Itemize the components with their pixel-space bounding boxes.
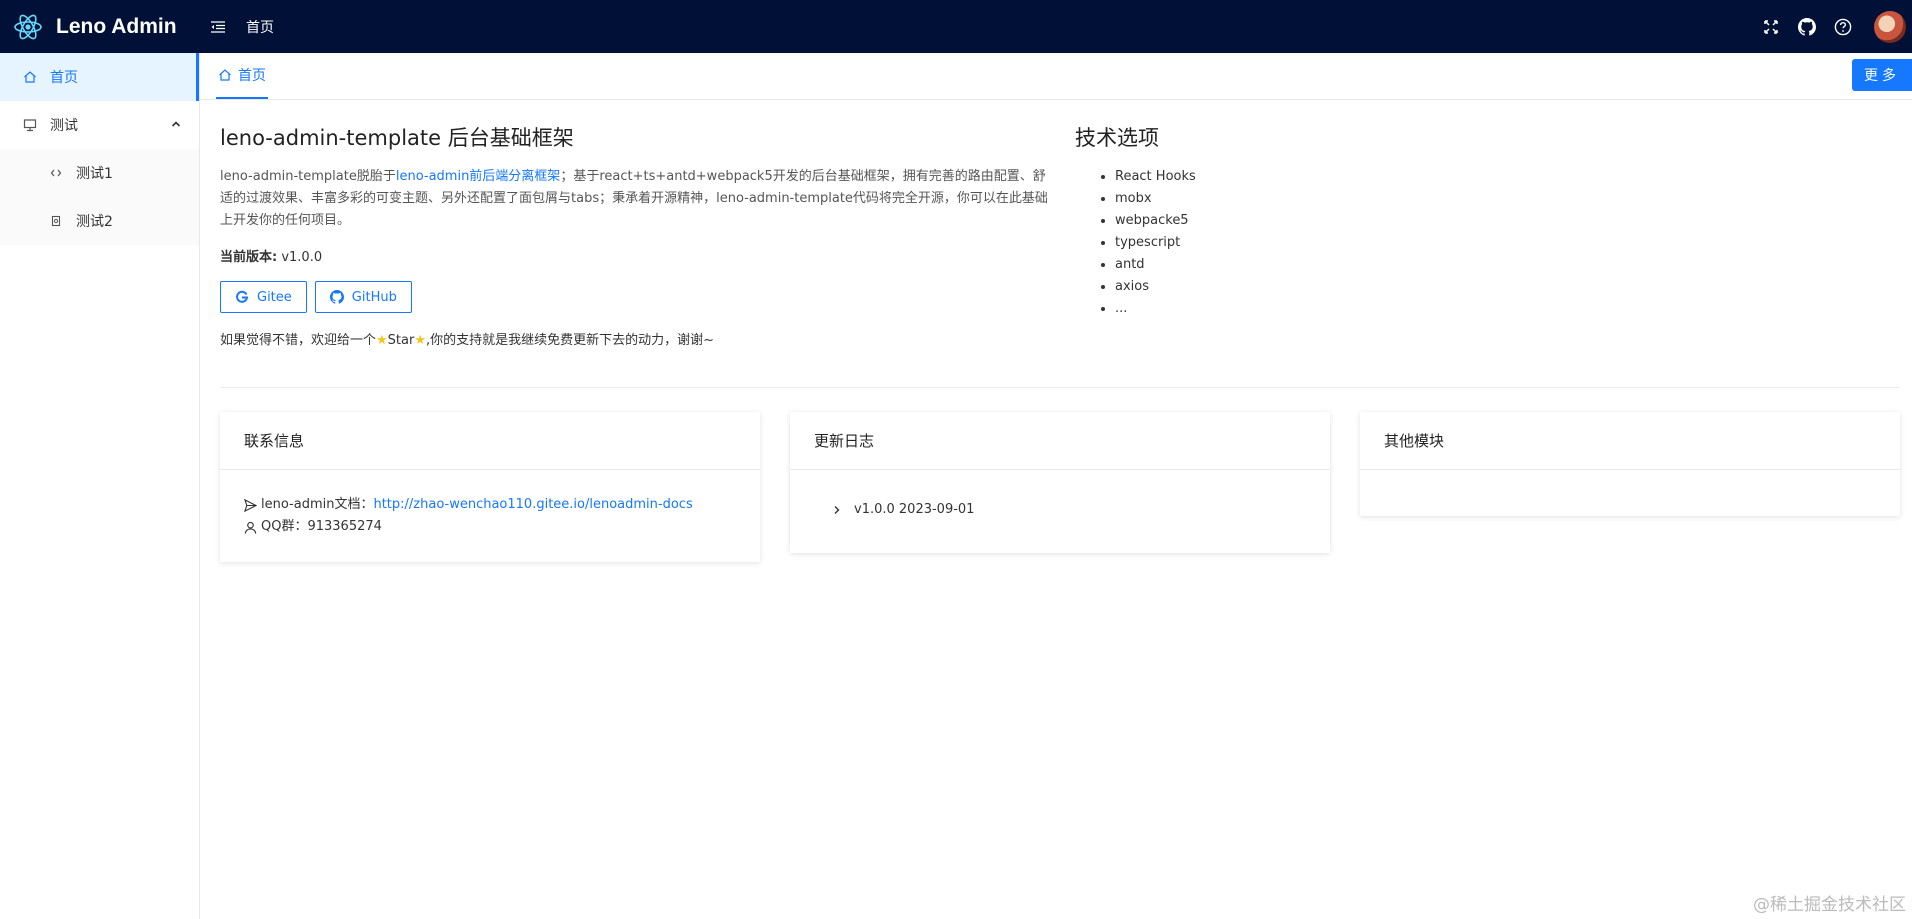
intro-description: leno-admin-template脱胎于leno-admin前后端分离框架；… (220, 166, 1050, 232)
sidebar-item-label: 测试 (50, 118, 78, 134)
gitee-icon (236, 290, 249, 303)
gitee-button[interactable]: Gitee (220, 281, 307, 313)
list-item: webpacke5 (1115, 210, 1475, 232)
menu-fold-icon (211, 20, 225, 33)
star-icon: ★ (376, 333, 388, 348)
sidebar-item-label: 首页 (50, 70, 78, 86)
card-body (1360, 470, 1900, 516)
star-message: 如果觉得不错，欢迎给一个★Star★,你的支持就是我继续免费更新下去的动力，谢谢… (220, 329, 1050, 348)
github-repo-button[interactable]: GitHub (314, 281, 412, 313)
changelog-card: 更新日志 v1.0.0 2023-09-01 (790, 412, 1330, 553)
sidebar: 首页 测试 测试1 测试2 (0, 53, 200, 919)
version-info: 当前版本: v1.0.0 (220, 246, 1050, 265)
sidebar-subitem-label: 测试2 (76, 214, 113, 230)
header-breadcrumb[interactable]: 首页 (246, 17, 274, 37)
top-header: Leno Admin 首页 (0, 0, 1912, 53)
list-item: typescript (1115, 232, 1475, 254)
qq-row: QQ群： 913365274 (244, 516, 736, 538)
github-button[interactable] (1796, 16, 1818, 38)
tab-bar: 首页 更多 (200, 53, 1912, 100)
star-text: 如果觉得不错，欢迎给一个 (220, 333, 377, 348)
list-item: ... (1115, 298, 1475, 320)
card-title: 联系信息 (220, 412, 760, 470)
repo-buttons: Gitee GitHub (220, 281, 1050, 313)
intro-title: leno-admin-template 后台基础框架 (220, 126, 574, 150)
send-icon (244, 498, 257, 512)
react-logo-icon (14, 14, 42, 39)
sidebar-item-test2[interactable]: 测试2 (0, 197, 199, 245)
qq-value: 913365274 (307, 519, 382, 534)
tech-list: React Hooks mobx webpacke5 typescript an… (1075, 166, 1475, 320)
card-body: leno-admin文档： http://zhao-wenchao110.git… (220, 470, 760, 562)
star-icon: ★ (414, 333, 426, 348)
user-avatar[interactable] (1874, 10, 1906, 43)
tech-section: 技术选项 React Hooks mobx webpacke5 typescri… (1075, 122, 1475, 320)
section-divider (220, 387, 1900, 388)
watermark: @稀土掘金技术社区 (1753, 895, 1906, 915)
doc-label: leno-admin文档： (261, 497, 374, 512)
tab-label: 首页 (238, 68, 266, 84)
code-icon (48, 165, 64, 181)
question-circle-icon (1834, 18, 1852, 35)
menu-fold-button[interactable] (206, 15, 230, 39)
sidebar-item-home[interactable]: 首页 (0, 53, 199, 101)
list-item: mobx (1115, 188, 1475, 210)
gitee-label: Gitee (257, 289, 292, 305)
card-body: v1.0.0 2023-09-01 (790, 470, 1330, 553)
changelog-entry[interactable]: v1.0.0 2023-09-01 (814, 488, 1306, 531)
star-text: ,你的支持就是我继续免费更新下去的动力，谢谢~ (426, 333, 715, 348)
other-card: 其他模块 (1360, 412, 1900, 516)
desc-text: leno-admin-template脱胎于 (220, 169, 396, 184)
tab-home[interactable]: 首页 (216, 53, 268, 99)
help-button[interactable] (1832, 16, 1854, 38)
brand[interactable]: Leno Admin (0, 11, 200, 43)
submenu-test: 测试1 测试2 (0, 149, 199, 245)
changelog-entry-label: v1.0.0 2023-09-01 (854, 502, 975, 517)
version-label: 当前版本: (220, 250, 278, 265)
desktop-icon (22, 117, 38, 133)
intro-section: leno-admin-template 后台基础框架 leno-admin-te… (220, 122, 1050, 348)
brand-title: Leno Admin (56, 14, 177, 38)
chevron-right-icon (834, 505, 840, 514)
list-item: antd (1115, 254, 1475, 276)
tech-title: 技术选项 (1075, 126, 1159, 150)
fullscreen-icon (1764, 19, 1778, 34)
fullscreen-button[interactable] (1760, 16, 1782, 38)
home-icon (219, 69, 231, 81)
doc-link[interactable]: http://zhao-wenchao110.gitee.io/lenoadmi… (373, 494, 692, 516)
doc-row: leno-admin文档： http://zhao-wenchao110.git… (244, 494, 736, 516)
card-title: 其他模块 (1360, 412, 1900, 470)
github-icon (329, 290, 344, 304)
sidebar-item-test1[interactable]: 测试1 (0, 149, 199, 197)
user-icon (244, 521, 257, 534)
contact-card: 联系信息 leno-admin文档： http://zhao-wenchao11… (220, 412, 760, 562)
github-icon (1798, 17, 1816, 36)
card-title: 更新日志 (790, 412, 1330, 470)
sidebar-item-test[interactable]: 测试 (0, 101, 199, 149)
header-actions (1760, 0, 1912, 53)
chevron-up-icon (171, 117, 181, 133)
file-icon (48, 213, 64, 229)
list-item: React Hooks (1115, 166, 1475, 188)
more-button[interactable]: 更多 (1852, 59, 1912, 91)
star-word: Star (387, 333, 415, 348)
list-item: axios (1115, 276, 1475, 298)
github-label: GitHub (351, 289, 397, 305)
home-icon (22, 69, 38, 85)
qq-label: QQ群： (261, 519, 308, 534)
leno-admin-link[interactable]: leno-admin前后端分离框架 (396, 169, 560, 184)
version-value: v1.0.0 (277, 250, 323, 265)
sidebar-subitem-label: 测试1 (76, 166, 113, 182)
